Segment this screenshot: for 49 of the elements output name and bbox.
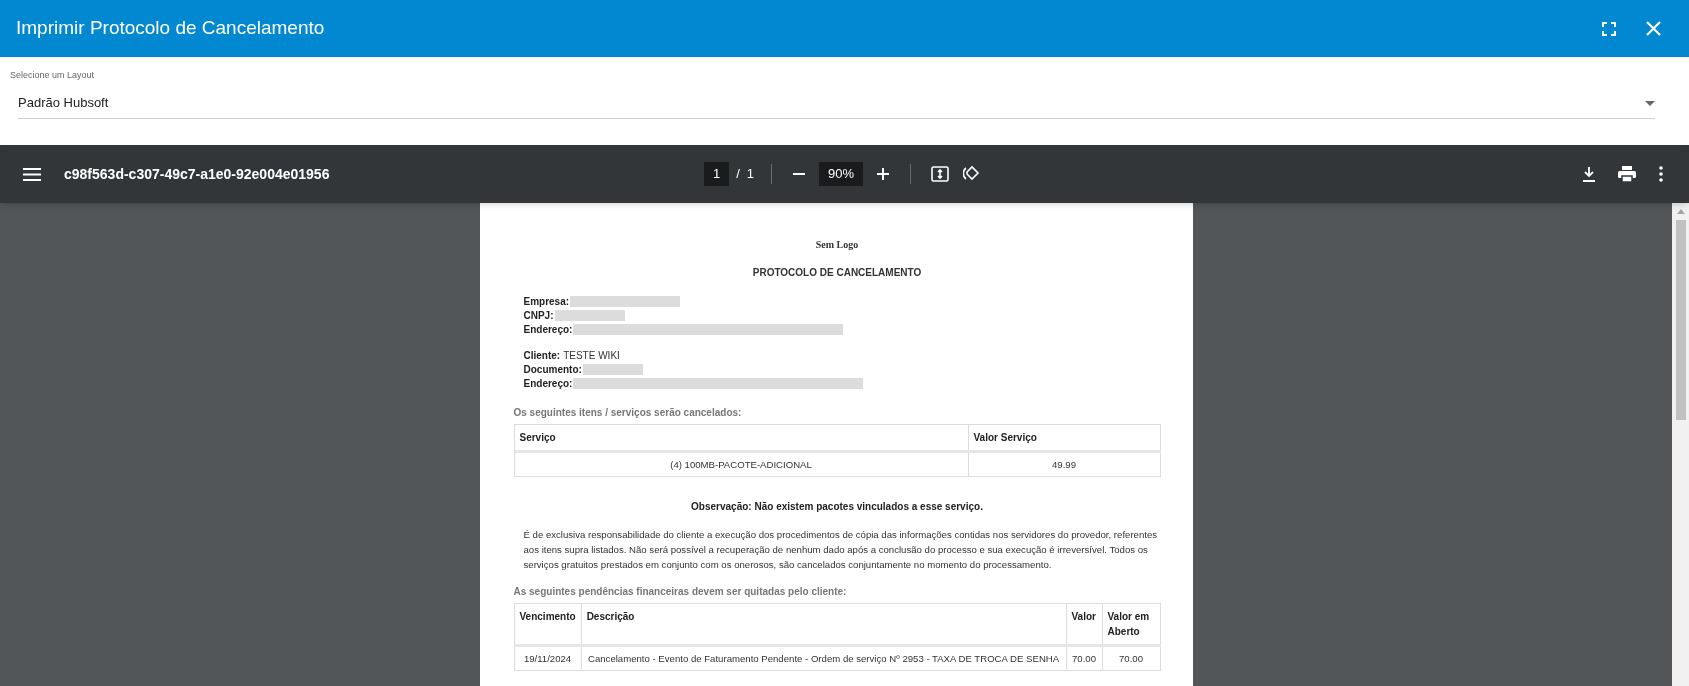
page-number-field[interactable]: 1: [704, 162, 730, 186]
menu-icon: [23, 167, 41, 181]
table-cell: 49.99: [968, 451, 1160, 477]
table-cell: 70.00: [1102, 645, 1160, 671]
document-title: PROTOCOLO DE CANCELAMENTO: [751, 266, 923, 280]
section-heading: As seguintes pendências financeiras devem ser quitadas pelo cliente:: [513, 585, 848, 599]
section-heading: Os seguintes itens / serviços serão cancelados:: [513, 406, 743, 420]
layout-select[interactable]: Padrão Hubsoft: [18, 88, 1655, 119]
plus-icon: [877, 168, 890, 180]
column-header: Valor Serviço: [968, 424, 1160, 452]
rotate-icon: [963, 165, 982, 183]
page-separator: /: [736, 165, 740, 184]
minus-icon: [793, 173, 806, 175]
column-header: Serviço: [514, 424, 968, 452]
field-label: Documento:: [523, 362, 582, 377]
scrollbar[interactable]: [1672, 203, 1689, 686]
scrollbar-thumb[interactable]: [1675, 220, 1686, 420]
disclaimer-paragraph: É de exclusiva responsabilidade do cliente a execução dos procedimentos de cópia das informações contidas nos servidores do provedor, referentes aos itens supra listados. Não será possível a recuperação de nenhum dado após a conclusão do processo e sua execução é irreversível. Todos os serviços gratuitos prestados em conjunto com os onerosos, são cancelados conjuntamente no momento do processamento.: [522, 528, 1159, 572]
column-header: Descrição: [581, 603, 1066, 646]
scroll-up-arrow-icon: [1676, 209, 1685, 214]
redacted-block: [582, 363, 643, 375]
column-header: Vencimento: [514, 603, 582, 646]
select-label: Selecione um Layout: [10, 69, 96, 82]
column-header: Valor em Aberto: [1102, 603, 1160, 646]
field-label: CNPJ:: [523, 308, 554, 323]
field-label: Empresa:: [523, 294, 570, 309]
field-label: Endereço:: [523, 322, 573, 337]
table-cell: 19/11/2024: [514, 645, 582, 671]
table-cell: 70.00: [1066, 645, 1102, 671]
field-value: TESTE WIKI: [563, 348, 620, 363]
close-icon: [1645, 21, 1661, 36]
more-options-icon: [1659, 166, 1663, 182]
table-cell: Cancelamento - Evento de Faturamento Pendente - Ordem de serviço Nº 2953 - TAXA DE TROCA DE SENHA: [581, 645, 1066, 671]
dialog-title: Imprimir Protocolo de Cancelamento: [16, 16, 326, 41]
logo-placeholder-text: Sem Logo: [814, 238, 860, 252]
column-header: Valor: [1066, 603, 1102, 646]
zoom-field[interactable]: 90%: [819, 162, 864, 186]
field-label: Cliente:: [523, 348, 561, 363]
print-icon: [1618, 166, 1636, 182]
field-label: Endereço:: [523, 376, 573, 391]
redacted-block: [554, 309, 625, 321]
fit-page-icon: [931, 166, 950, 182]
dropdown-caret-icon: [1645, 100, 1655, 106]
page-total: 1: [746, 165, 755, 184]
fullscreen-icon: [1602, 21, 1616, 36]
download-icon: [1582, 166, 1596, 182]
observation-text: Observação: Não existem pacotes vinculados a esse serviço.: [690, 500, 984, 514]
table-cell: (4) 100MB-PACOTE-ADICIONAL: [514, 451, 968, 477]
file-name: c98f563d-c307-49c7-a1e0-92e004e01956: [64, 164, 331, 184]
